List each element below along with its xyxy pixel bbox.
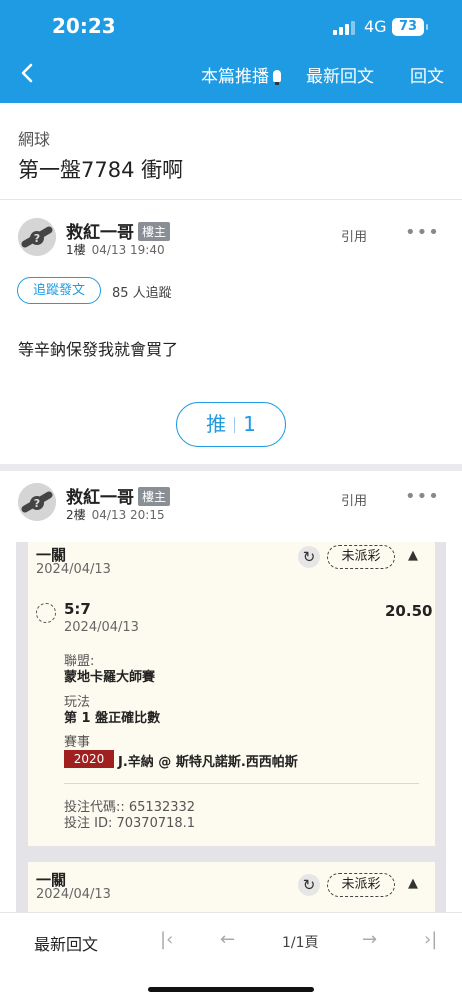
thread-category: 網球 <box>18 130 51 149</box>
divider <box>64 783 419 784</box>
push-label: 推 <box>206 412 227 436</box>
bet-ticket: 一關 2024/04/13 ↻ 未派彩 ▲ <box>28 862 435 914</box>
svg-text:?: ? <box>34 232 40 245</box>
op-badge: 樓主 <box>138 487 171 506</box>
ticket-date: 2024/04/13 <box>36 562 111 577</box>
bulb-icon <box>273 70 281 85</box>
pick-date: 2024/04/13 <box>64 620 139 635</box>
play-value: 第 1 盤正確比數 <box>64 711 161 726</box>
status-bar: 20:23 4G 73 <box>0 0 462 55</box>
bet-id: 投注 ID: 70370718.1 <box>64 816 196 831</box>
author-name: 救紅一哥 <box>66 223 134 243</box>
push-count: 1 <box>243 412 256 436</box>
divider <box>0 199 462 200</box>
avatar-placeholder-icon: ? <box>18 483 56 521</box>
refresh-icon[interactable]: ↻ <box>298 546 320 568</box>
bet-ticket: 一關 2024/04/13 ↻ 未派彩 ▲ 5:7 2024/04/13 20.… <box>28 542 435 846</box>
next-page-icon[interactable]: → <box>362 929 377 950</box>
more-options-icon[interactable]: ••• <box>405 222 440 243</box>
post-meta: 1樓 04/13 19:40 <box>66 241 165 258</box>
refresh-icon[interactable]: ↻ <box>298 874 320 896</box>
battery-icon: 73 <box>392 18 428 36</box>
chevron-left-icon <box>21 63 33 83</box>
pick-score: 5:7 <box>64 600 91 618</box>
bet-slip-container: 一關 2024/04/13 ↻ 未派彩 ▲ 5:7 2024/04/13 20.… <box>16 542 446 914</box>
author-name: 救紅一哥 <box>66 488 134 508</box>
chevron-up-icon[interactable]: ▲ <box>408 548 418 563</box>
thread-title: 第一盤7784 衝啊 <box>18 158 184 182</box>
recommend-push-button[interactable]: 本篇推播 <box>201 66 281 88</box>
last-page-icon[interactable]: ›| <box>424 929 437 950</box>
first-page-icon[interactable]: |‹ <box>160 929 173 950</box>
status-badge: 未派彩 <box>327 545 395 569</box>
floor-number: 1樓 <box>66 243 86 257</box>
event-tag: 2020 <box>64 750 114 768</box>
event-label: 賽事 <box>64 735 91 750</box>
quote-button[interactable]: 引用 <box>341 490 367 509</box>
avatar[interactable]: ? <box>18 483 56 521</box>
post-divider <box>0 464 462 471</box>
push-button[interactable]: 推1 <box>176 402 286 447</box>
bottom-bar: 最新回文 |‹ ← 1/1頁 → ›| <box>0 912 462 1000</box>
back-button[interactable] <box>20 62 42 90</box>
floor-number: 2樓 <box>66 508 86 522</box>
post-author[interactable]: 救紅一哥 樓主 <box>66 218 171 243</box>
follow-posts-button[interactable]: 追蹤發文 <box>17 277 101 304</box>
event-value: J.辛納 @ 斯特凡諾斯.西西帕斯 <box>118 755 298 770</box>
ticket-date: 2024/04/13 <box>36 887 111 902</box>
op-badge: 樓主 <box>138 222 171 241</box>
recommend-push-label: 本篇推播 <box>201 67 269 87</box>
chevron-up-icon[interactable]: ▲ <box>408 876 418 891</box>
home-indicator <box>148 987 314 992</box>
follower-count: 85 人追蹤 <box>112 286 172 301</box>
post-time: 04/13 20:15 <box>91 508 165 522</box>
avatar-placeholder-icon: ? <box>18 218 56 256</box>
divider <box>234 417 236 433</box>
odds-value: 20.50 <box>385 602 433 620</box>
latest-replies-button[interactable]: 最新回文 <box>306 66 374 88</box>
prev-page-icon[interactable]: ← <box>220 929 235 950</box>
top-bar: 20:23 4G 73 本篇推播 最新回文 回文 <box>0 0 462 103</box>
svg-text:?: ? <box>34 497 40 510</box>
post-author[interactable]: 救紅一哥 樓主 <box>66 483 171 508</box>
status-time: 20:23 <box>52 14 116 38</box>
page-indicator[interactable]: 1/1頁 <box>282 932 319 952</box>
signal-icon <box>333 19 355 35</box>
avatar[interactable]: ? <box>18 218 56 256</box>
league-value: 蒙地卡羅大師賽 <box>64 670 156 685</box>
reply-button[interactable]: 回文 <box>410 66 444 88</box>
quote-button[interactable]: 引用 <box>341 226 367 245</box>
post-meta: 2樓 04/13 20:15 <box>66 506 165 523</box>
selection-circle-icon <box>36 603 56 623</box>
latest-replies-link[interactable]: 最新回文 <box>34 931 98 955</box>
network-type: 4G <box>364 17 387 36</box>
post-body: 等辛鈉保發我就會買了 <box>18 340 179 359</box>
post-time: 04/13 19:40 <box>91 243 165 257</box>
status-badge: 未派彩 <box>327 873 395 897</box>
more-options-icon[interactable]: ••• <box>405 486 440 507</box>
